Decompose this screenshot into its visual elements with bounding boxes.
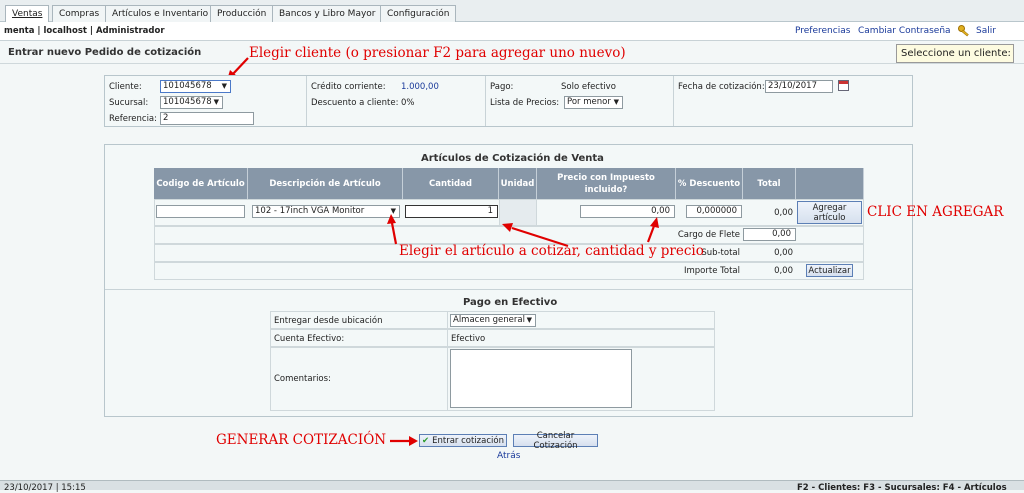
tab-articulos-inventario[interactable]: Artículos e Inventario [105,5,216,22]
price-list-select[interactable]: Por menor ▼ [564,96,623,109]
discount-value: 0% [401,98,415,108]
col-header-description: Descripción de Artículo [248,168,403,199]
chevron-down-icon: ▼ [221,82,227,90]
tab-label: Artículos e Inventario [112,9,209,19]
preferences-link[interactable]: Preferencias [795,26,850,36]
amount-total-value: 0,00 [774,266,793,276]
item-code-input[interactable] [156,205,245,218]
credit-value: 1.000,00 [401,82,439,92]
column-divider [485,76,486,126]
user-bar: menta | localhost | Administrador Prefer… [0,22,1024,41]
quote-date-input[interactable]: 23/10/2017 [765,80,833,93]
tab-label: Ventas [12,9,43,19]
price-list-label: Lista de Precios: [490,98,560,108]
freight-input[interactable]: 0,00 [743,228,796,241]
tab-produccion[interactable]: Producción [210,5,274,22]
annotation-add: CLIC EN AGREGAR [867,204,1004,220]
customer-select[interactable]: 101045678 ▼ [160,80,231,93]
credit-label: Crédito corriente: [311,82,386,92]
col-header-total: Total [743,168,796,199]
reference-label: Referencia: [109,114,158,124]
tab-label: Compras [59,9,100,19]
column-divider [306,76,307,126]
payment-value: Solo efectivo [561,82,616,92]
page-title: Entrar nuevo Pedido de cotización [8,47,202,58]
logout-link[interactable]: Salir [976,26,996,36]
col-header-action [796,168,864,199]
col-header-discount: % Descuento [676,168,743,199]
col-header-code: Codigo de Artículo [154,168,248,199]
user-info: menta | localhost | Administrador [4,26,165,36]
cash-account-label: Cuenta Efectivo: [274,334,345,344]
update-button[interactable]: Actualizar [806,264,853,277]
tab-ventas[interactable]: Ventas [5,5,50,23]
quote-date-label: Fecha de cotización: [678,82,765,92]
column-divider [673,76,674,126]
chevron-down-icon: ▼ [613,98,619,106]
discount-input[interactable]: 0,000000 [686,205,742,218]
subtotal-value: 0,00 [774,248,793,258]
back-link[interactable]: Atrás [497,451,520,461]
annotation-arrow-generate [390,436,418,446]
main-tabs: Ventas Compras Artículos e Inventario Pr… [0,0,1024,23]
enter-quote-label: Entrar cotización [432,435,504,446]
item-description-value: 102 - 17inch VGA Monitor [255,206,365,216]
branch-select[interactable]: 101045678 ▼ [160,96,223,109]
order-header-panel: Cliente: 101045678 ▼ Sucursal: 101045678 ▼… [104,75,913,127]
cancel-quote-button[interactable]: Cancelar Cotización [513,431,598,451]
branch-label: Sucursal: [109,98,149,108]
tab-configuracion[interactable]: Configuración [380,5,457,22]
deliver-from-select[interactable]: Almacen general ▼ [450,314,536,327]
tab-bancos-libro-mayor[interactable]: Bancos y Libro Mayor [272,5,383,22]
customer-value: 101045678 [163,81,212,91]
calendar-icon[interactable] [838,80,849,91]
reference-input[interactable]: 2 [160,112,254,125]
item-description-select[interactable]: 102 - 17inch VGA Monitor ▼ [252,205,400,218]
status-bar: 23/10/2017 | 15:15 F2 - Clientes: F3 - S… [0,480,1024,493]
key-icon [958,25,969,37]
line-total: 0,00 [774,208,793,218]
status-datetime: 23/10/2017 | 15:15 [4,483,86,493]
annotation-generate: GENERAR COTIZACIÓN [216,432,387,448]
customer-label: Cliente: [109,82,142,92]
tab-label: Configuración [387,9,450,19]
annotation-arrows-items [387,214,659,248]
col-header-unit: Unidad [499,168,537,199]
column-divider [447,311,448,411]
chevron-down-icon: ▼ [526,316,532,324]
deliver-from-value: Almacen general [453,315,525,325]
annotation-customer: Elegir cliente (o presionar F2 para agre… [249,45,626,61]
discount-label: Descuento a cliente: [311,98,399,108]
col-header-quantity: Cantidad [403,168,499,199]
add-item-button[interactable]: Agregar artículo [797,201,862,224]
check-icon: ✔ [422,435,430,446]
status-shortcuts: F2 - Clientes: F3 - Sucursales: F4 - Art… [797,483,1007,493]
items-title: Artículos de Cotización de Venta [421,153,604,164]
hint-box: Seleccione un cliente: [896,44,1014,63]
col-header-price: Precio con Impuesto incluido? [537,168,676,199]
tab-label: Producción [217,9,267,19]
deliver-from-label: Entregar desde ubicación [274,316,383,326]
change-password-link[interactable]: Cambiar Contraseña [858,26,951,36]
comments-textarea[interactable] [450,349,632,408]
price-list-value: Por menor [567,97,611,107]
amount-total-label: Importe Total [684,266,740,276]
payment-title: Pago en Efectivo [463,297,558,308]
cash-account-value: Efectivo [451,334,486,344]
section-divider [105,289,912,290]
tab-compras[interactable]: Compras [52,5,107,22]
enter-quote-button[interactable]: ✔ Entrar cotización [419,434,507,447]
comments-label: Comentarios: [274,374,331,384]
chevron-down-icon: ▼ [213,98,219,106]
tab-label: Bancos y Libro Mayor [279,9,376,19]
branch-value: 101045678 [163,97,212,107]
payment-label: Pago: [490,82,514,92]
